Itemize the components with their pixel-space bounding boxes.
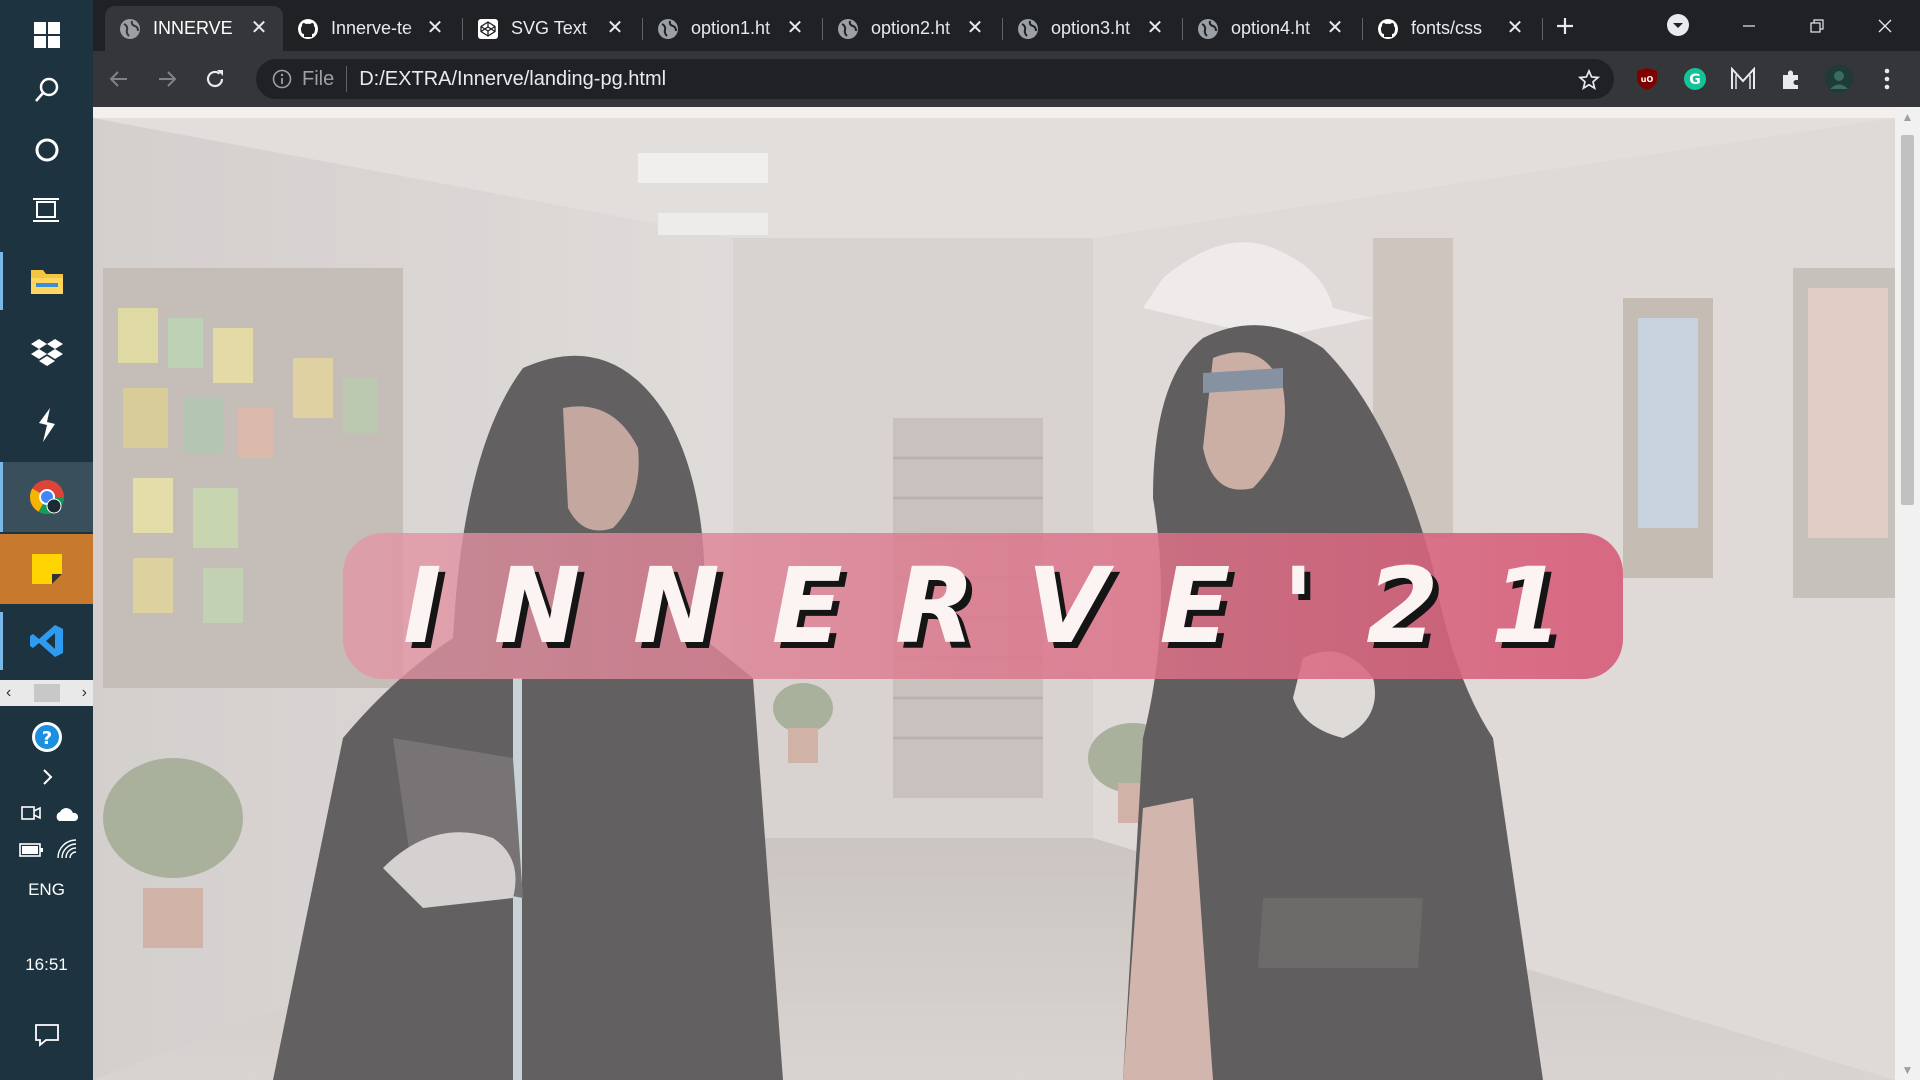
svg-text:uO: uO [1641,75,1654,84]
scrollbar-thumb[interactable] [1901,135,1914,505]
wifi-icon[interactable] [56,838,78,865]
tab-separator [1542,18,1543,40]
back-button[interactable] [103,63,135,95]
close-icon[interactable]: ✕ [249,18,269,38]
tab-option3[interactable]: option3.ht ✕ [1003,6,1179,51]
globe-icon [1018,18,1038,39]
globe-icon [1198,18,1218,39]
github-icon [1378,18,1398,39]
bookmark-star-icon[interactable] [1578,69,1600,91]
profile-avatar-icon[interactable] [1823,63,1855,95]
close-icon[interactable]: ✕ [1325,18,1345,38]
dropbox-icon[interactable] [0,318,93,388]
globe-icon [658,18,678,39]
close-icon[interactable]: ✕ [965,18,985,38]
language-indicator[interactable]: ENG [0,880,93,900]
reload-icon [206,70,224,88]
codepen-icon [478,18,498,39]
forward-button[interactable] [151,63,183,95]
tab-search-button[interactable] [1666,13,1690,37]
hero-banner: INNERVE'21 [343,533,1623,679]
reload-button[interactable] [199,63,231,95]
close-icon[interactable]: ✕ [425,18,445,38]
tab-option2[interactable]: option2.ht ✕ [823,6,999,51]
restore-icon [1810,18,1824,33]
tab-title: Innerve-te [331,18,413,38]
tab-innerve[interactable]: INNERVE ✕ [105,6,283,51]
page-viewport: INNERVE'21 [93,107,1895,1080]
arrow-right-icon [159,71,177,87]
windows-taskbar: ‹ › ? ENG 16:51 [0,0,93,1080]
battery-icon[interactable] [19,842,45,863]
github-icon [298,18,318,39]
minimize-icon [1743,24,1755,27]
onedrive-icon[interactable] [54,806,80,827]
sticky-notes-icon[interactable] [0,534,93,604]
tab-title: option4.ht [1231,18,1311,38]
tab-title: option2.ht [871,18,951,38]
tab-innerve-te[interactable]: Innerve-te ✕ [283,6,459,51]
scroll-down-arrow-icon[interactable]: ▼ [1895,1060,1920,1080]
ublock-icon[interactable]: uO [1631,63,1663,95]
tab-svg-text[interactable]: SVG Text ✕ [463,6,639,51]
task-view-icon[interactable] [0,175,93,245]
meet-now-icon[interactable] [20,803,42,828]
stack-app-icon[interactable] [0,390,93,460]
chevron-down-icon [1667,14,1689,36]
clock[interactable]: 16:51 [0,955,93,975]
file-explorer-icon[interactable] [0,246,93,316]
tab-fonts-css[interactable]: fonts/css ✕ [1363,6,1539,51]
close-icon[interactable]: ✕ [1145,18,1165,38]
address-bar[interactable]: File D:/EXTRA/Innerve/landing-pg.html [256,59,1614,99]
tab-option4[interactable]: option4.ht ✕ [1183,6,1359,51]
tab-option1[interactable]: option1.ht ✕ [643,6,819,51]
vscode-icon[interactable] [0,606,93,676]
tab-title: option3.ht [1051,18,1131,38]
scheme-label: File [302,66,348,92]
grammarly-icon[interactable]: G [1679,63,1711,95]
chevron-left-icon[interactable]: ‹ [6,684,11,702]
tab-strip: INNERVE ✕ Innerve-te ✕ SVG Text ✕ option… [93,0,1920,51]
svg-text:?: ? [41,728,51,749]
chevron-right-icon[interactable]: › [82,684,87,702]
plus-icon [1557,18,1573,34]
minimize-button[interactable] [1715,0,1783,51]
chrome-icon[interactable] [0,462,93,532]
m-extension-icon[interactable] [1727,63,1759,95]
arrow-left-icon [109,71,127,87]
close-icon[interactable]: ✕ [605,18,625,38]
page-top-strip [93,107,1895,118]
extensions-puzzle-icon[interactable] [1775,63,1807,95]
close-icon[interactable]: ✕ [1505,18,1525,38]
notification-icon[interactable] [0,1000,93,1070]
page-scrollbar[interactable]: ▲ ▼ [1895,107,1920,1080]
hero-title: INNERVE'21 [403,545,1615,667]
close-icon [1878,19,1892,32]
scroll-up-arrow-icon[interactable]: ▲ [1895,107,1920,127]
url-text[interactable]: D:/EXTRA/Innerve/landing-pg.html [359,68,666,91]
menu-kebab-icon[interactable] [1871,63,1903,95]
close-icon[interactable]: ✕ [785,18,805,38]
chevron-right-icon[interactable] [0,762,93,792]
globe-icon [120,18,140,39]
tab-title: INNERVE [153,18,233,38]
new-tab-button[interactable] [1551,12,1579,40]
browser-toolbar: File D:/EXTRA/Innerve/landing-pg.html uO… [93,51,1920,107]
tab-title: option1.ht [691,18,771,38]
taskbar-scroll-thumb[interactable] [33,684,60,702]
globe-icon [838,18,858,39]
tab-title: fonts/css [1411,18,1483,38]
info-icon[interactable] [272,69,292,89]
close-window-button[interactable] [1851,0,1919,51]
restore-button[interactable] [1783,0,1851,51]
tab-title: SVG Text [511,18,587,38]
svg-text:G: G [1689,72,1701,88]
